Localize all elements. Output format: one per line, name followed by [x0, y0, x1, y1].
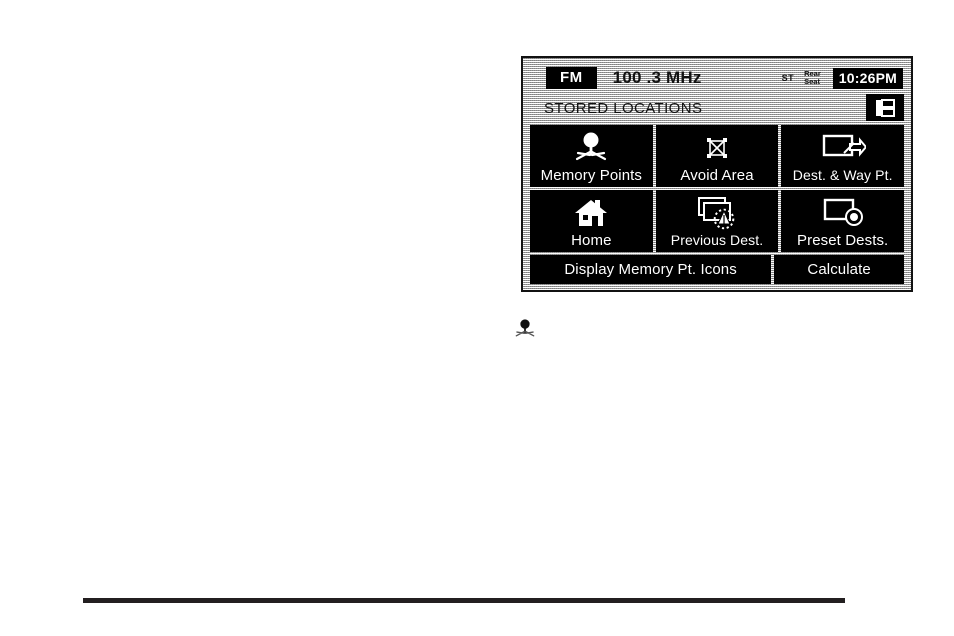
page-footer-rule [83, 598, 845, 603]
status-bar-right-group: ST Rear Seat 10:26PM [782, 65, 903, 91]
dest-and-way-pt-label: Dest. & Way Pt. [792, 167, 893, 183]
navigation-screen-bezel: FM 100 .3 MHz ST Rear Seat 10:26PM STORE… [521, 56, 913, 292]
memory-points-button[interactable]: Memory Points [530, 125, 653, 187]
map-pin-marker-bullet-icon [512, 318, 538, 340]
map-pin-marker-icon [530, 125, 653, 167]
screen-title-row: STORED LOCATIONS [528, 94, 906, 122]
memory-points-label: Memory Points [540, 167, 642, 184]
map-with-dot-marker-icon [781, 190, 904, 232]
button-row-2: Home Previous Dest. Preset Dests. [530, 190, 905, 252]
stacked-pages-button[interactable] [866, 94, 904, 121]
radio-status-bar: FM 100 .3 MHz ST Rear Seat 10:26PM [528, 63, 906, 93]
home-label: Home [571, 232, 612, 249]
display-memory-pt-icons-label: Display Memory Pt. Icons [564, 261, 737, 278]
calculate-button[interactable]: Calculate [774, 255, 904, 284]
radio-frequency-display: 100 .3 MHz [612, 68, 702, 87]
clock-display: 10:26PM [832, 67, 903, 89]
avoid-area-label: Avoid Area [680, 167, 754, 184]
rear-seat-indicator: Rear Seat [804, 70, 821, 86]
rear-seat-line-2: Seat [804, 77, 820, 86]
stacked-pages-icon [874, 98, 896, 118]
crossed-out-area-icon [656, 125, 779, 167]
calculate-label: Calculate [807, 261, 871, 278]
button-row-1: Memory Points Avoid Area Dest. & Way Pt. [530, 125, 905, 187]
home-button[interactable]: Home [530, 190, 653, 252]
dest-and-way-pt-button[interactable]: Dest. & Way Pt. [781, 125, 905, 187]
page-title: STORED LOCATIONS [544, 99, 703, 117]
radio-band-badge[interactable]: FM [546, 67, 597, 89]
map-with-flag-marker-icon [781, 125, 904, 167]
stacked-maps-with-marker-icon [656, 190, 779, 232]
previous-dest-label: Previous Dest. [670, 232, 764, 248]
stored-locations-button-grid: Memory Points Avoid Area Dest. & Way Pt.… [530, 125, 905, 284]
display-memory-pt-icons-button[interactable]: Display Memory Pt. Icons [530, 255, 772, 284]
preset-dests-label: Preset Dests. [797, 232, 889, 249]
house-icon [530, 190, 653, 232]
stereo-indicator: ST [781, 73, 795, 83]
avoid-area-button[interactable]: Avoid Area [655, 125, 779, 187]
navigation-screen: FM 100 .3 MHz ST Rear Seat 10:26PM STORE… [528, 63, 906, 285]
preset-dests-button[interactable]: Preset Dests. [781, 190, 905, 252]
action-button-row: Display Memory Pt. Icons Calculate [530, 255, 904, 284]
previous-dest-button[interactable]: Previous Dest. [655, 190, 779, 252]
